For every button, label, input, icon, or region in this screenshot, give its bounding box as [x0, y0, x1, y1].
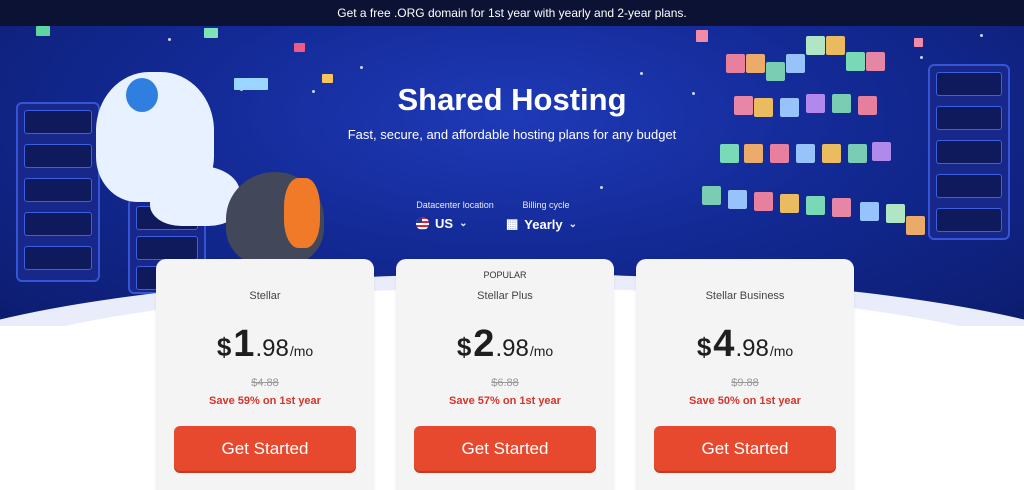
cube-decoration [204, 28, 218, 38]
plan-card-stellar-business: Stellar Business $ 4 .98 /mo $9.88 Save … [636, 259, 854, 490]
price-period: /mo [529, 343, 554, 359]
page-subtitle: Fast, secure, and affordable hosting pla… [347, 127, 677, 142]
chevron-down-icon: ⌄ [568, 218, 578, 230]
price-decimal: .98 [255, 335, 289, 362]
us-flag-icon [416, 217, 429, 230]
get-started-button[interactable]: Get Started [654, 426, 836, 471]
original-price: $9.88 [731, 377, 759, 389]
chevron-down-icon: ⌄ [459, 218, 468, 229]
price-whole: 1 [233, 323, 255, 365]
get-started-button[interactable]: Get Started [414, 426, 596, 471]
plan-card-stellar: Stellar $ 1 .98 /mo $4.88 Save 59% on 1s… [156, 259, 374, 490]
price-period: /mo [769, 343, 794, 359]
price-period: /mo [289, 343, 314, 359]
get-started-button[interactable]: Get Started [174, 426, 356, 471]
star-decoration [980, 34, 983, 37]
plan-name: Stellar [249, 290, 281, 302]
plan-name: Stellar Plus [477, 290, 533, 302]
price-decimal: .98 [495, 335, 529, 362]
price-whole: 4 [713, 323, 735, 365]
billing-cycle-label: Billing cycle [522, 200, 570, 210]
cube-decoration [36, 26, 50, 36]
plan-card-stellar-plus: POPULAR Stellar Plus $ 2 .98 /mo $6.88 S… [396, 259, 614, 490]
price-currency: $ [456, 332, 472, 362]
promo-bar: Get a free .ORG domain for 1st year with… [0, 0, 1024, 26]
popular-badge: POPULAR [483, 270, 527, 280]
star-decoration [360, 66, 363, 69]
datacenter-location-value: US [435, 216, 454, 231]
price-currency: $ [696, 332, 712, 362]
fox-mascot-illustration [284, 178, 320, 248]
price-decimal: .98 [735, 335, 769, 362]
billing-cycle-selector: Billing cycle ▦ Yearly ⌄ [506, 200, 586, 232]
plan-price: $ 4 .98 /mo [636, 323, 854, 366]
calendar-icon: ▦ [506, 216, 519, 231]
promo-text: Get a free .ORG domain for 1st year with… [337, 6, 687, 20]
billing-cycle-value: Yearly [524, 216, 563, 232]
cube-decoration [294, 43, 305, 52]
original-price: $4.88 [251, 377, 279, 389]
plan-price: $ 2 .98 /mo [396, 323, 614, 366]
star-decoration [640, 72, 643, 75]
savings-text: Save 50% on 1st year [689, 395, 801, 407]
price-whole: 2 [473, 323, 495, 365]
savings-text: Save 57% on 1st year [449, 395, 561, 407]
star-decoration [168, 38, 171, 41]
datacenter-location-selector: Datacenter location US ⌄ [416, 200, 494, 231]
billing-cycle-dropdown[interactable]: ▦ Yearly ⌄ [506, 216, 586, 232]
savings-text: Save 59% on 1st year [209, 395, 321, 407]
price-currency: $ [216, 332, 232, 362]
plan-name: Stellar Business [705, 290, 785, 302]
star-decoration [600, 186, 603, 189]
datacenter-location-label: Datacenter location [416, 200, 494, 210]
original-price: $6.88 [491, 377, 519, 389]
datacenter-location-dropdown[interactable]: US ⌄ [416, 216, 494, 231]
page-title: Shared Hosting [397, 82, 627, 117]
plan-price: $ 1 .98 /mo [156, 323, 374, 366]
